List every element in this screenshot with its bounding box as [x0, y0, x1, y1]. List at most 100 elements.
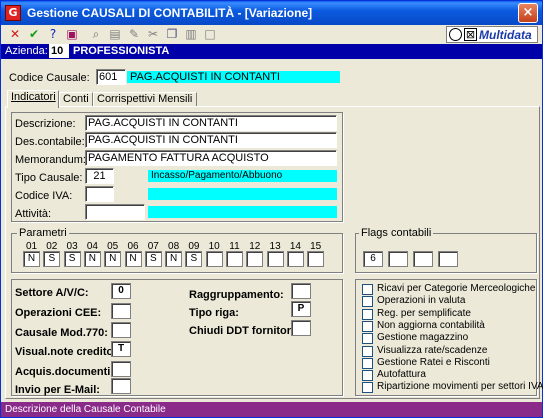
invio-email-input[interactable] [111, 378, 131, 394]
chiudi-ddt-input[interactable] [291, 320, 311, 336]
option-checkbox-row[interactable]: Ricavi per Categorie Merceologiche [356, 283, 535, 296]
attivita-input[interactable] [85, 204, 145, 220]
options-group: Ricavi per Categorie Merceologiche Operaz… [355, 279, 543, 396]
flag-input[interactable] [438, 251, 458, 267]
causale-770-input[interactable] [111, 322, 131, 338]
memorandum-label: Memorandum: [15, 154, 86, 166]
parametro-input[interactable] [226, 251, 243, 267]
option-checkbox-row[interactable]: Gestione Ratei e Risconti [356, 357, 526, 370]
checkbox-label: Gestione Ratei e Risconti [377, 356, 490, 368]
acquis-documenti-label: Acquis.documenti: [15, 366, 115, 378]
parametro-input[interactable] [307, 251, 325, 267]
parametro-input[interactable]: N [165, 251, 183, 267]
parametro-input[interactable]: N [23, 251, 40, 267]
des-contabile-label: Des.contabile: [15, 136, 85, 148]
tipo-causale-label: Tipo Causale: [15, 172, 83, 184]
checkbox-label: Visualizza rate/scadenze [377, 344, 488, 356]
checkbox[interactable] [362, 333, 373, 345]
codice-iva-label: Codice IVA: [15, 190, 73, 202]
book-icon[interactable]: ▣ [64, 26, 80, 42]
des-contabile-input[interactable]: PAG.ACQUISTI IN CONTANTI [85, 132, 337, 148]
paste-icon[interactable]: ▥ [183, 26, 199, 42]
tab-conti-label: Conti [63, 93, 89, 105]
settore-input[interactable]: 0 [111, 283, 131, 299]
flags-title: Flags contabili [359, 227, 434, 239]
option-checkbox-row[interactable]: Operazioni in valuta [356, 295, 526, 308]
tipo-riga-input[interactable]: P [291, 301, 311, 317]
option-checkbox-row[interactable]: Gestione magazzino [356, 332, 526, 345]
cross-box-icon: ⊠ [464, 28, 477, 41]
copy-icon[interactable]: ❐ [164, 26, 180, 42]
parametro-input[interactable]: S [185, 251, 203, 267]
checkbox-label: Reg. per semplificate [377, 307, 471, 319]
checkbox[interactable] [362, 345, 373, 357]
visual-note-input[interactable]: T [111, 341, 131, 357]
checkbox[interactable] [362, 357, 373, 369]
parametri-title: Parametri [17, 227, 69, 239]
checkbox-label: Ripartizione movimenti per settori IVA [377, 381, 543, 393]
descrizione-input[interactable]: PAG.ACQUISTI IN CONTANTI [85, 115, 337, 131]
parametro-input[interactable]: N [83, 251, 101, 267]
attivita-description [148, 206, 337, 218]
close-button[interactable]: × [518, 3, 538, 23]
azienda-bar: Azienda: 10 PROFESSIONISTA [1, 44, 542, 59]
new-icon[interactable]: □ [202, 26, 218, 42]
parametro-input[interactable] [246, 251, 264, 267]
search-icon[interactable]: ⌕ [88, 26, 104, 42]
flag-input[interactable] [413, 251, 433, 267]
edit-icon[interactable]: ✎ [126, 26, 142, 42]
app-window: G Gestione CAUSALI DI CONTABILITÀ - [Var… [0, 0, 543, 418]
option-checkbox-row[interactable]: Non aggiorna contabilità [356, 320, 526, 333]
tipo-causale-description: Incasso/Pagamento/Abbuono [148, 170, 337, 182]
checkbox[interactable] [362, 308, 373, 320]
parametro-input[interactable]: S [43, 251, 61, 267]
tipo-riga-label: Tipo riga: [189, 307, 239, 319]
flag-input[interactable] [388, 251, 408, 267]
raggruppamento-input[interactable] [291, 283, 311, 299]
status-bar: Descrizione della Causale Contabile [1, 402, 542, 417]
checkbox-label: Ricavi per Categorie Merceologiche [377, 283, 536, 294]
option-checkbox-row[interactable]: Autofattura [356, 369, 526, 382]
azienda-name: PROFESSIONISTA [73, 45, 170, 57]
confirm-icon[interactable]: ✔ [26, 26, 42, 42]
help-icon[interactable]: ? [45, 26, 61, 42]
circle-icon [449, 28, 462, 41]
checkbox[interactable] [362, 284, 373, 295]
title-bar[interactable]: G Gestione CAUSALI DI CONTABILITÀ - [Var… [1, 1, 542, 25]
option-checkbox-row[interactable]: Reg. per semplificate [356, 308, 526, 321]
option-checkbox-row[interactable]: Visualizza rate/scadenze [356, 345, 526, 358]
parametro-input[interactable] [205, 251, 223, 267]
codice-causale-description: PAG.ACQUISTI IN CONTANTI [127, 71, 340, 83]
causale-770-label: Causale Mod.770: [15, 327, 108, 339]
checkbox[interactable] [362, 296, 373, 308]
descrizione-label: Descrizione: [15, 118, 76, 130]
checkbox[interactable] [362, 320, 373, 332]
parametro-input[interactable]: N [104, 251, 122, 267]
option-checkbox-row[interactable]: Ripartizione movimenti per settori IVA [356, 381, 543, 394]
tab-indicatori[interactable]: Indicatori [7, 90, 59, 108]
attivita-label: Attività: [15, 208, 52, 220]
memorandum-input[interactable]: PAGAMENTO FATTURA ACQUISTO [85, 150, 337, 166]
checkbox[interactable] [362, 382, 373, 394]
codice-causale-input[interactable]: 601 [96, 69, 126, 85]
window-title: Gestione CAUSALI DI CONTABILITÀ - [Varia… [27, 6, 313, 20]
parametro-input[interactable] [266, 251, 284, 267]
operazioni-cee-input[interactable] [111, 303, 131, 319]
parametro-input[interactable]: S [144, 251, 162, 267]
acquis-documenti-input[interactable] [111, 361, 131, 377]
parametro-input[interactable]: N [124, 251, 142, 267]
tipo-causale-input[interactable]: 21 [85, 168, 114, 184]
tab-corrispettivi-mensili[interactable]: Corrispettivi Mensili [93, 92, 197, 107]
delete-icon[interactable]: ✂ [145, 26, 161, 42]
cancel-icon[interactable]: ✕ [7, 26, 23, 42]
visual-note-label: Visual.note credito: [15, 346, 117, 358]
flag-input[interactable]: 6 [363, 251, 383, 267]
parametro-input[interactable] [286, 251, 304, 267]
parametro-input[interactable]: S [63, 251, 81, 267]
codice-iva-input[interactable] [85, 186, 114, 202]
operazioni-cee-label: Operazioni CEE: [15, 307, 102, 319]
checkbox[interactable] [362, 370, 373, 382]
print-icon[interactable]: ▤ [107, 26, 123, 42]
codice-causale-label: Codice Causale: [9, 72, 90, 84]
tab-conti[interactable]: Conti [59, 92, 93, 107]
